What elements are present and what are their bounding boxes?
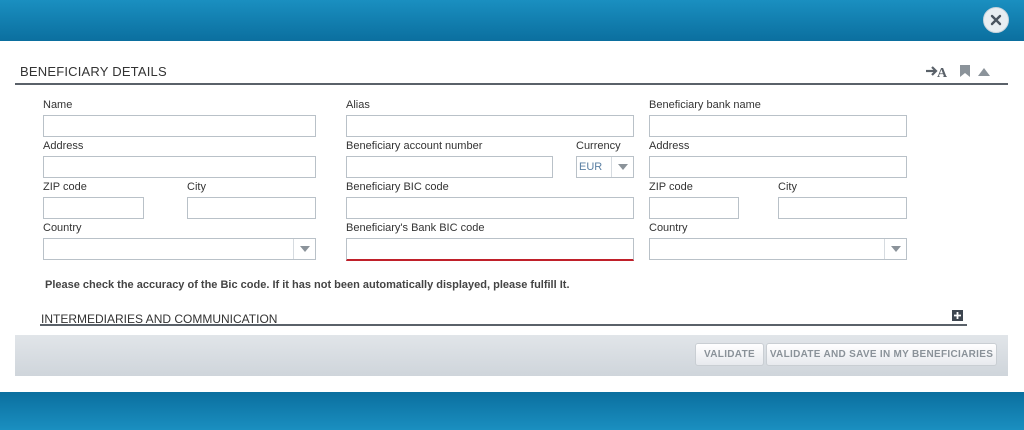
bank-country-label: Country	[649, 222, 688, 234]
modal-top-bar	[0, 0, 1024, 41]
expand-plus-icon[interactable]	[952, 310, 963, 321]
bank-bic-input[interactable]	[346, 238, 634, 261]
translate-icon[interactable]: A	[926, 64, 952, 78]
bank-name-label: Beneficiary bank name	[649, 99, 761, 111]
account-number-input[interactable]	[346, 156, 553, 178]
chevron-down-icon	[611, 157, 633, 177]
close-icon	[990, 14, 1002, 26]
section-divider	[15, 83, 1008, 85]
validate-save-button[interactable]: VALIDATE AND SAVE IN MY BENEFICIARIES	[766, 343, 997, 366]
city-input[interactable]	[187, 197, 316, 219]
form-footer: VALIDATE VALIDATE AND SAVE IN MY BENEFIC…	[15, 335, 1008, 376]
modal-bottom-bar	[0, 392, 1024, 430]
name-label: Name	[43, 99, 73, 111]
validate-button[interactable]: VALIDATE	[695, 343, 764, 366]
bank-zip-label: ZIP code	[649, 181, 693, 193]
name-input[interactable]	[43, 115, 316, 137]
bic-input[interactable]	[346, 197, 634, 219]
zip-label: ZIP code	[43, 181, 87, 193]
chevron-down-icon	[884, 239, 906, 259]
bank-address-input[interactable]	[649, 156, 907, 178]
bank-country-select[interactable]	[649, 238, 907, 260]
close-button[interactable]	[983, 7, 1009, 33]
collapse-up-icon[interactable]	[978, 67, 990, 76]
chevron-down-icon	[293, 239, 315, 259]
account-number-label: Beneficiary account number	[346, 140, 483, 152]
zip-input[interactable]	[43, 197, 144, 219]
section-header-icons: A	[926, 64, 990, 78]
country-select[interactable]	[43, 238, 316, 260]
section-title: BENEFICIARY DETAILS	[20, 64, 167, 79]
city-label: City	[187, 181, 206, 193]
bank-name-input[interactable]	[649, 115, 907, 137]
address-label: Address	[43, 140, 84, 152]
bic-label: Beneficiary BIC code	[346, 181, 449, 193]
alias-label: Alias	[346, 99, 370, 111]
bookmark-icon[interactable]	[960, 65, 970, 77]
alias-input[interactable]	[346, 115, 634, 137]
svg-text:A: A	[937, 66, 948, 78]
address-input[interactable]	[43, 156, 316, 178]
currency-label: Currency	[576, 140, 621, 152]
bank-zip-input[interactable]	[649, 197, 739, 219]
bank-address-label: Address	[649, 140, 690, 152]
bank-city-label: City	[778, 181, 797, 193]
intermediaries-divider	[40, 324, 967, 326]
bank-city-input[interactable]	[778, 197, 907, 219]
bic-notice: Please check the accuracy of the Bic cod…	[45, 279, 570, 291]
currency-value: EUR	[579, 161, 603, 173]
currency-select[interactable]: EUR	[576, 156, 634, 178]
country-label: Country	[43, 222, 82, 234]
bank-bic-label: Beneficiary's Bank BIC code	[346, 222, 485, 234]
